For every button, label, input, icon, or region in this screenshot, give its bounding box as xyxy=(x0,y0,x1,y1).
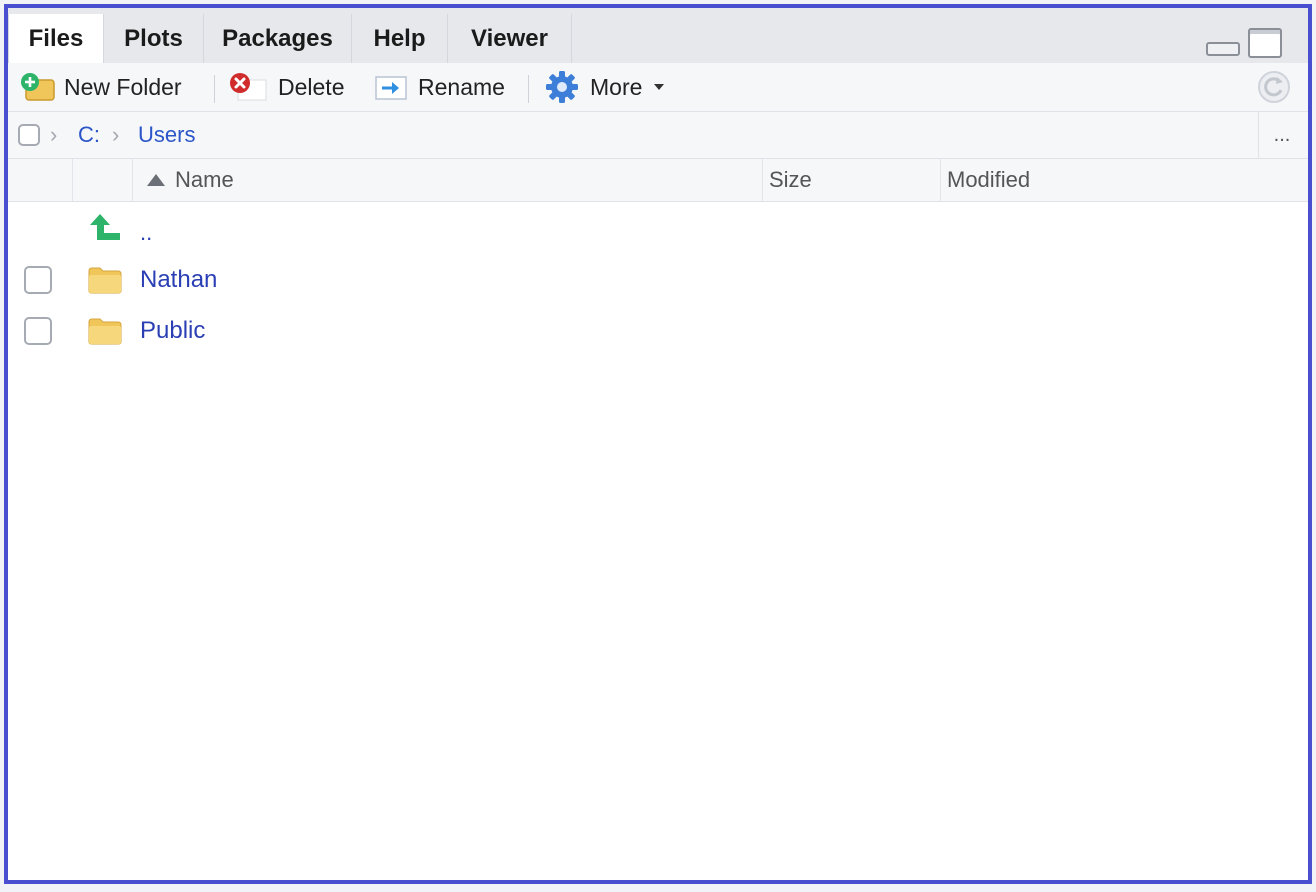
rename-label: Rename xyxy=(418,73,505,100)
delete-button[interactable]: Delete xyxy=(228,63,344,111)
tab-files[interactable]: Files xyxy=(8,14,104,64)
tab-viewer[interactable]: Viewer xyxy=(448,14,572,63)
chevron-right-icon: › xyxy=(112,122,120,147)
table-row: Public xyxy=(8,307,1308,357)
size-column-label: Size xyxy=(769,167,812,192)
refresh-icon xyxy=(1256,69,1292,105)
rename-icon xyxy=(372,72,410,102)
files-pane: Files Plots Packages Help Viewer New Fol… xyxy=(4,4,1312,884)
chevron-right-icon: › xyxy=(50,122,58,147)
folder-icon xyxy=(88,266,122,294)
file-name-link[interactable]: Public xyxy=(140,317,205,345)
folder-icon xyxy=(88,317,122,345)
table-row: Nathan xyxy=(8,256,1308,306)
icon-column-header xyxy=(72,159,132,201)
tab-plots[interactable]: Plots xyxy=(104,14,204,63)
parent-directory-link[interactable]: .. xyxy=(140,220,152,246)
delete-icon xyxy=(228,72,268,102)
toolbar-divider xyxy=(214,75,215,103)
minimize-pane-icon[interactable] xyxy=(1206,42,1240,56)
breadcrumb-item-drive[interactable]: C: xyxy=(78,122,100,148)
files-toolbar: New Folder Delete Rename More xyxy=(8,63,1308,112)
size-column-header[interactable]: Size xyxy=(762,159,942,201)
gear-icon xyxy=(544,70,580,104)
row-checkbox[interactable] xyxy=(24,266,52,294)
row-checkbox[interactable] xyxy=(24,317,52,345)
up-arrow-icon xyxy=(88,212,122,244)
modified-column-header[interactable]: Modified xyxy=(940,159,1306,201)
modified-column-label: Modified xyxy=(947,167,1031,192)
rename-button[interactable]: Rename xyxy=(372,63,505,111)
select-all-checkbox[interactable] xyxy=(18,124,40,146)
new-folder-button[interactable]: New Folder xyxy=(20,63,182,111)
file-list-header: Name Size Modified xyxy=(8,159,1308,202)
parent-directory-row[interactable]: .. xyxy=(8,206,1308,256)
go-to-directory-button[interactable]: ... xyxy=(1258,112,1305,158)
more-label: More xyxy=(590,73,643,100)
new-folder-label: New Folder xyxy=(64,73,182,100)
file-name-link[interactable]: Nathan xyxy=(140,266,217,294)
delete-label: Delete xyxy=(278,73,345,100)
toolbar-divider xyxy=(528,75,529,103)
breadcrumb: › C: › Users ... xyxy=(8,112,1308,159)
more-button[interactable]: More xyxy=(544,63,665,111)
new-folder-icon xyxy=(20,72,56,102)
caret-down-icon xyxy=(654,84,665,90)
refresh-button[interactable] xyxy=(1256,63,1292,111)
tab-bar: Files Plots Packages Help Viewer xyxy=(8,8,1308,64)
tab-packages[interactable]: Packages xyxy=(204,14,352,63)
name-column-label: Name xyxy=(175,167,234,192)
breadcrumb-item-users[interactable]: Users xyxy=(138,122,195,148)
tab-help[interactable]: Help xyxy=(352,14,448,63)
name-column-header[interactable]: Name xyxy=(132,159,764,201)
maximize-pane-icon[interactable] xyxy=(1248,28,1282,58)
sort-ascending-icon xyxy=(147,174,165,186)
